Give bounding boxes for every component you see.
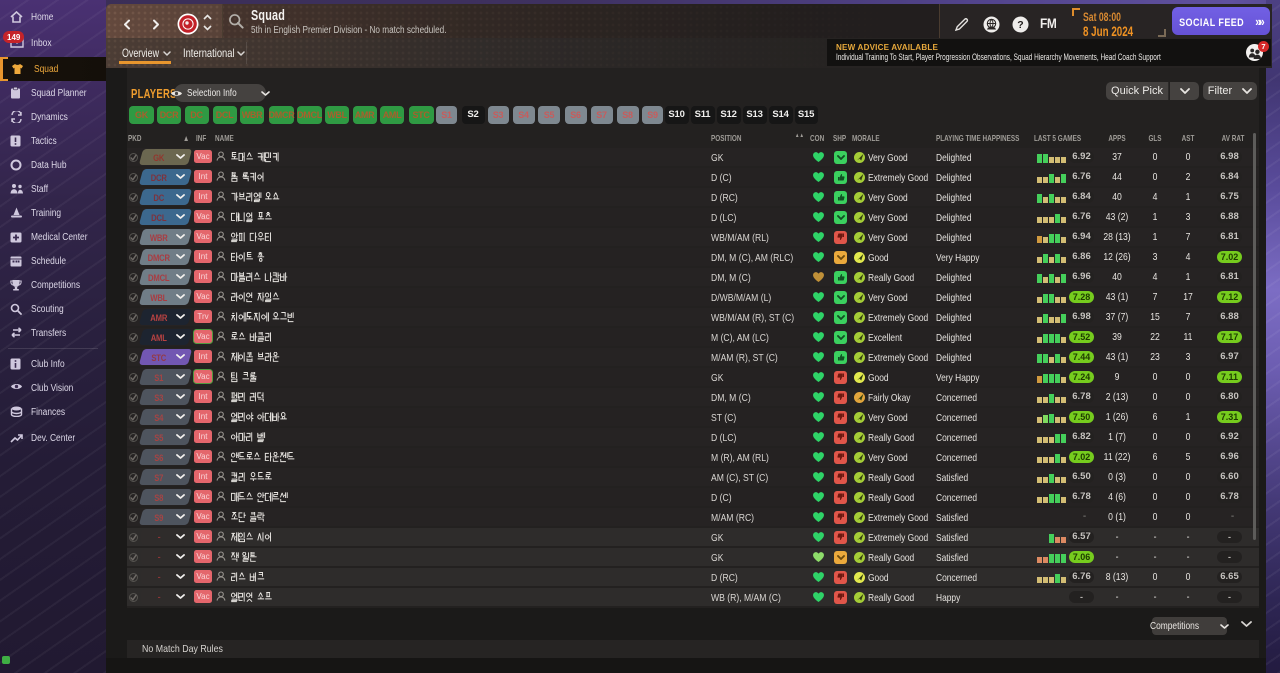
svg-text:?: ? bbox=[1017, 19, 1023, 31]
